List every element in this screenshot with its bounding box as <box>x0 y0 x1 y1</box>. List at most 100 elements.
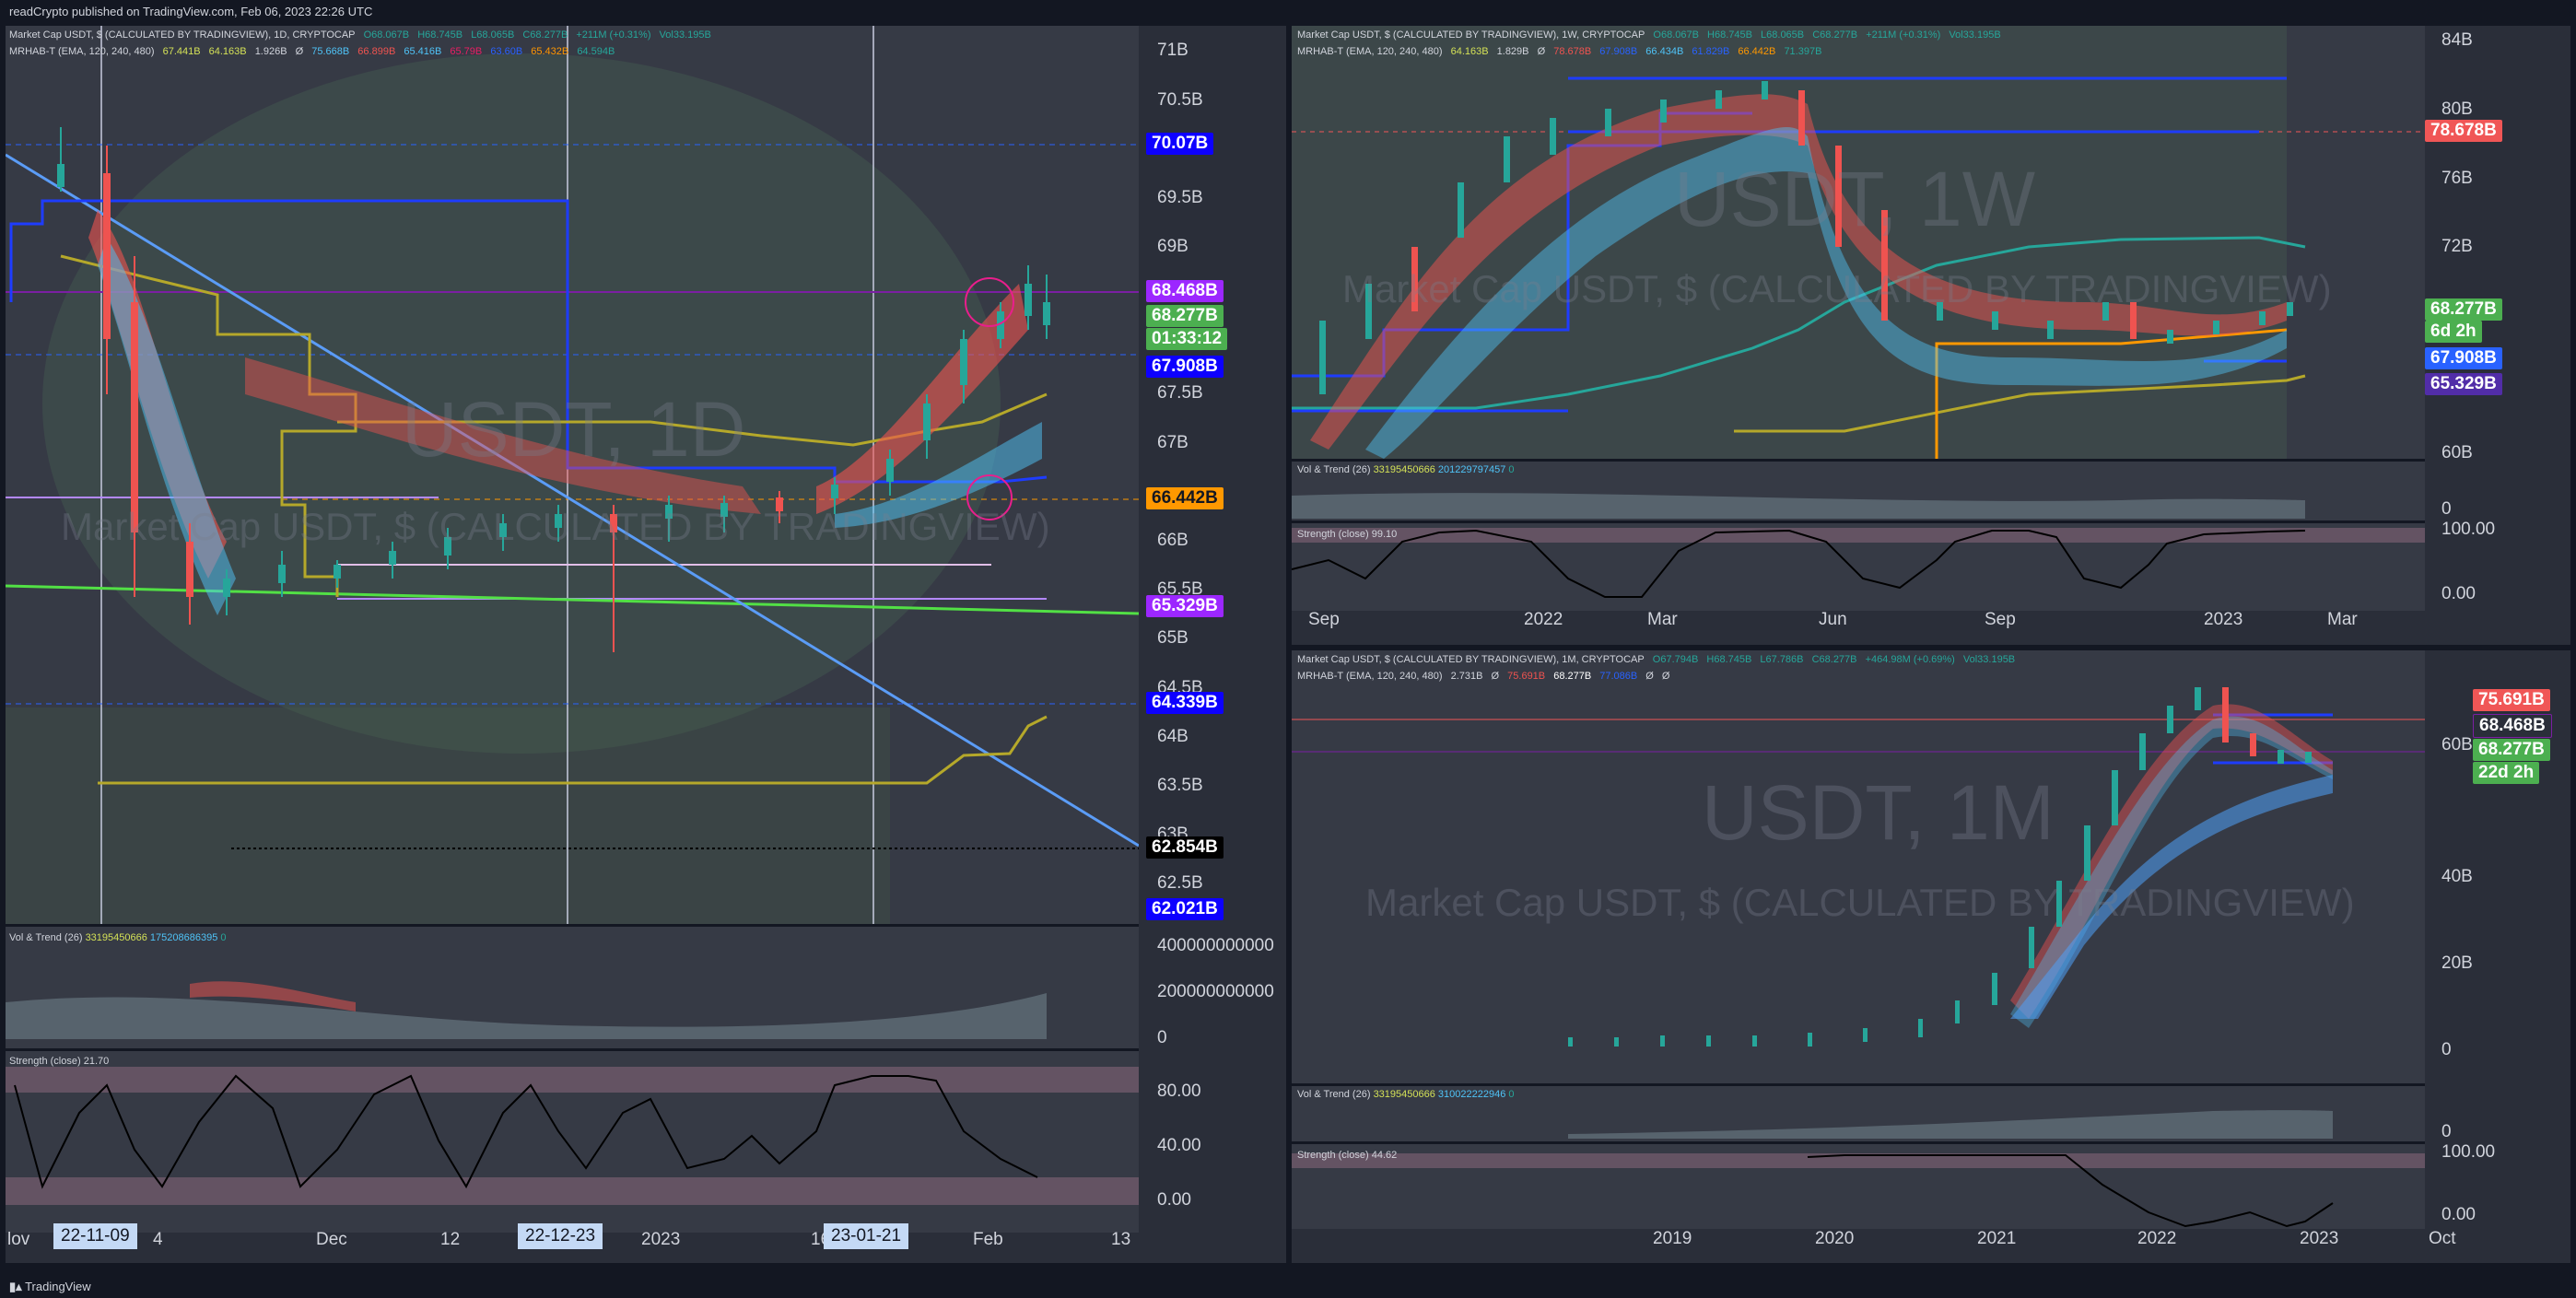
daily-y-tick: 67B <box>1157 433 1188 452</box>
monthly-countdown-tag: 22d 2h <box>2473 762 2540 784</box>
monthly-price-tag: 68.468B <box>2473 714 2552 738</box>
weekly-str-val: 99.10 <box>1371 529 1398 540</box>
monthly-chart-panel[interactable]: USDT, 1M Market Cap USDT, $ (CALCULATED … <box>1292 650 2570 1263</box>
weekly-strength-legend[interactable]: Strength (close) 99.10 <box>1297 529 1397 540</box>
daily-legend-open: O68.067B <box>363 29 410 41</box>
weekly-legend-change: +211M (+0.31%) <box>1866 29 1941 41</box>
weekly-legend-indicator[interactable]: MRHAB-T (EMA, 120, 240, 480) 64.163B 1.8… <box>1297 46 1827 57</box>
daily-legend-low: L68.065B <box>471 29 515 41</box>
daily-y-tick: 69B <box>1157 237 1188 256</box>
daily-legend-close: C68.277B <box>522 29 568 41</box>
weekly-ind-1: 1.829B <box>1496 46 1529 57</box>
monthly-chart-canvas[interactable] <box>1292 650 2570 1263</box>
daily-legend-change: +211M (+0.31%) <box>576 29 651 41</box>
weekly-legend-low: L68.065B <box>1761 29 1805 41</box>
weekly-y-tick: 76B <box>2441 169 2473 188</box>
monthly-ind-2: 75.691B <box>1507 671 1546 682</box>
daily-x-marker[interactable]: 23-01-21 <box>824 1223 909 1249</box>
daily-current-price-tag: 68.277B <box>1146 305 1224 327</box>
weekly-vol-tick: 0 <box>2441 499 2452 519</box>
monthly-legend-open: O67.794B <box>1652 654 1699 665</box>
monthly-legend-indicator[interactable]: MRHAB-T (EMA, 120, 240, 480) 2.731B Ø 75… <box>1297 671 1675 682</box>
weekly-x-tick: Mar <box>1647 610 1678 629</box>
daily-legend-indicator[interactable]: MRHAB-T (EMA, 120, 240, 480) 67.441B 64.… <box>9 46 620 57</box>
weekly-ind-5: 66.434B <box>1645 46 1684 57</box>
daily-price-tag: 65.329B <box>1146 595 1224 617</box>
daily-ind-3: Ø <box>295 46 304 57</box>
daily-vol-val: 175208686395 <box>149 932 218 943</box>
monthly-y-tick: 60B <box>2441 735 2473 754</box>
monthly-x-tick: 2022 <box>2137 1229 2177 1248</box>
monthly-watermark-symbol: USDT, 1M <box>1702 769 2055 856</box>
weekly-volume-legend[interactable]: Vol & Trend (26) 33195450666 20122979745… <box>1297 464 1515 475</box>
daily-ind-1: 64.163B <box>208 46 247 57</box>
monthly-strength-legend[interactable]: Strength (close) 44.62 <box>1297 1150 1397 1161</box>
monthly-x-tick: 2020 <box>1815 1229 1855 1248</box>
monthly-str-tick: 100.00 <box>2441 1142 2496 1162</box>
monthly-str-label: Strength (close) <box>1297 1150 1369 1161</box>
daily-price-tag: 67.908B <box>1146 356 1224 378</box>
daily-y-tick: 66B <box>1157 531 1188 550</box>
monthly-legend-volume: Vol33.195B <box>1962 654 2016 665</box>
daily-y-tick: 63.5B <box>1157 776 1203 795</box>
daily-legend-title: Market Cap USDT, $ (CALCULATED BY TRADIN… <box>9 29 356 41</box>
daily-ind-2: 1.926B <box>254 46 287 57</box>
weekly-x-tick: 2022 <box>1524 610 1563 629</box>
monthly-legend-close: C68.277B <box>1811 654 1857 665</box>
monthly-ind-6: Ø <box>1661 671 1670 682</box>
daily-str-label: Strength (close) <box>9 1056 81 1067</box>
weekly-ind-6: 61.829B <box>1692 46 1730 57</box>
daily-legend-high: H68.745B <box>417 29 463 41</box>
daily-ind-6: 65.416B <box>404 46 442 57</box>
weekly-str-tick: 0.00 <box>2441 584 2476 603</box>
monthly-vol-label: Vol & Trend (26) <box>1297 1089 1371 1100</box>
daily-watermark-description: Market Cap USDT, $ (CALCULATED BY TRADIN… <box>61 505 1050 548</box>
weekly-ind-4: 67.908B <box>1599 46 1638 57</box>
weekly-legend-title: Market Cap USDT, $ (CALCULATED BY TRADIN… <box>1297 29 1645 41</box>
weekly-chart-panel[interactable]: USDT, 1W Market Cap USDT, $ (CALCULATED … <box>1292 26 2570 645</box>
daily-y-tick: 65B <box>1157 628 1188 648</box>
weekly-y-tick: 84B <box>2441 30 2473 50</box>
daily-chart-panel[interactable]: USDT, 1D Market Cap USDT, $ (CALCULATED … <box>6 26 1286 1263</box>
weekly-legend-volume: Vol33.195B <box>1949 29 2001 41</box>
monthly-str-val: 44.62 <box>1371 1150 1398 1161</box>
daily-chart-canvas[interactable] <box>6 26 1286 1263</box>
daily-x-tick: 12 <box>440 1230 461 1249</box>
daily-x-marker[interactable]: 22-12-23 <box>518 1223 603 1249</box>
daily-y-tick: 64B <box>1157 727 1188 746</box>
daily-vol-val: 0 <box>220 932 227 943</box>
weekly-legend-symbol[interactable]: Market Cap USDT, $ (CALCULATED BY TRADIN… <box>1297 29 2007 41</box>
monthly-legend-title: Market Cap USDT, $ (CALCULATED BY TRADIN… <box>1297 654 1645 665</box>
daily-legend-symbol[interactable]: Market Cap USDT, $ (CALCULATED BY TRADIN… <box>9 29 717 41</box>
daily-ind-7: 65.79B <box>450 46 483 57</box>
daily-ind-5: 66.899B <box>357 46 396 57</box>
daily-volume-legend[interactable]: Vol & Trend (26) 33195450666 17520868639… <box>9 932 227 943</box>
weekly-ind-8: 71.397B <box>1784 46 1822 57</box>
monthly-legend-symbol[interactable]: Market Cap USDT, $ (CALCULATED BY TRADIN… <box>1297 654 2020 665</box>
weekly-chart-canvas[interactable] <box>1292 26 2570 645</box>
daily-y-tick: 67.5B <box>1157 383 1203 403</box>
monthly-volume-legend[interactable]: Vol & Trend (26) 33195450666 31002222294… <box>1297 1089 1515 1100</box>
weekly-current-price-tag: 68.277B <box>2425 298 2502 321</box>
monthly-x-tick: 2021 <box>1977 1229 2017 1248</box>
weekly-price-tag: 67.908B <box>2425 347 2502 369</box>
publish-header: readCrypto published on TradingView.com,… <box>0 0 2576 24</box>
weekly-vol-val: 201229797457 <box>1437 464 1506 475</box>
daily-strength-legend[interactable]: Strength (close) 21.70 <box>9 1056 109 1067</box>
monthly-y-tick: 20B <box>2441 953 2473 973</box>
daily-y-tick: 71B <box>1157 41 1188 60</box>
monthly-ind-4: 77.086B <box>1599 671 1638 682</box>
daily-watermark-symbol: USDT, 1D <box>402 386 746 473</box>
weekly-legend-open: O68.067B <box>1653 29 1699 41</box>
footer-bar: ▮▴ TradingView <box>0 1276 2576 1298</box>
monthly-indicator-name: MRHAB-T (EMA, 120, 240, 480) <box>1297 671 1443 682</box>
weekly-y-tick: 60B <box>2441 443 2473 462</box>
weekly-x-tick: Jun <box>1819 610 1847 629</box>
daily-x-marker[interactable]: 22-11-09 <box>53 1223 137 1249</box>
tradingview-logo-icon: ▮▴ <box>9 1280 22 1293</box>
monthly-legend-high: H68.745B <box>1706 654 1752 665</box>
monthly-x-tick: 2023 <box>2300 1229 2339 1248</box>
monthly-legend-low: L67.786B <box>1760 654 1804 665</box>
weekly-price-tag: 65.329B <box>2425 373 2502 395</box>
daily-str-tick: 80.00 <box>1157 1082 1201 1101</box>
